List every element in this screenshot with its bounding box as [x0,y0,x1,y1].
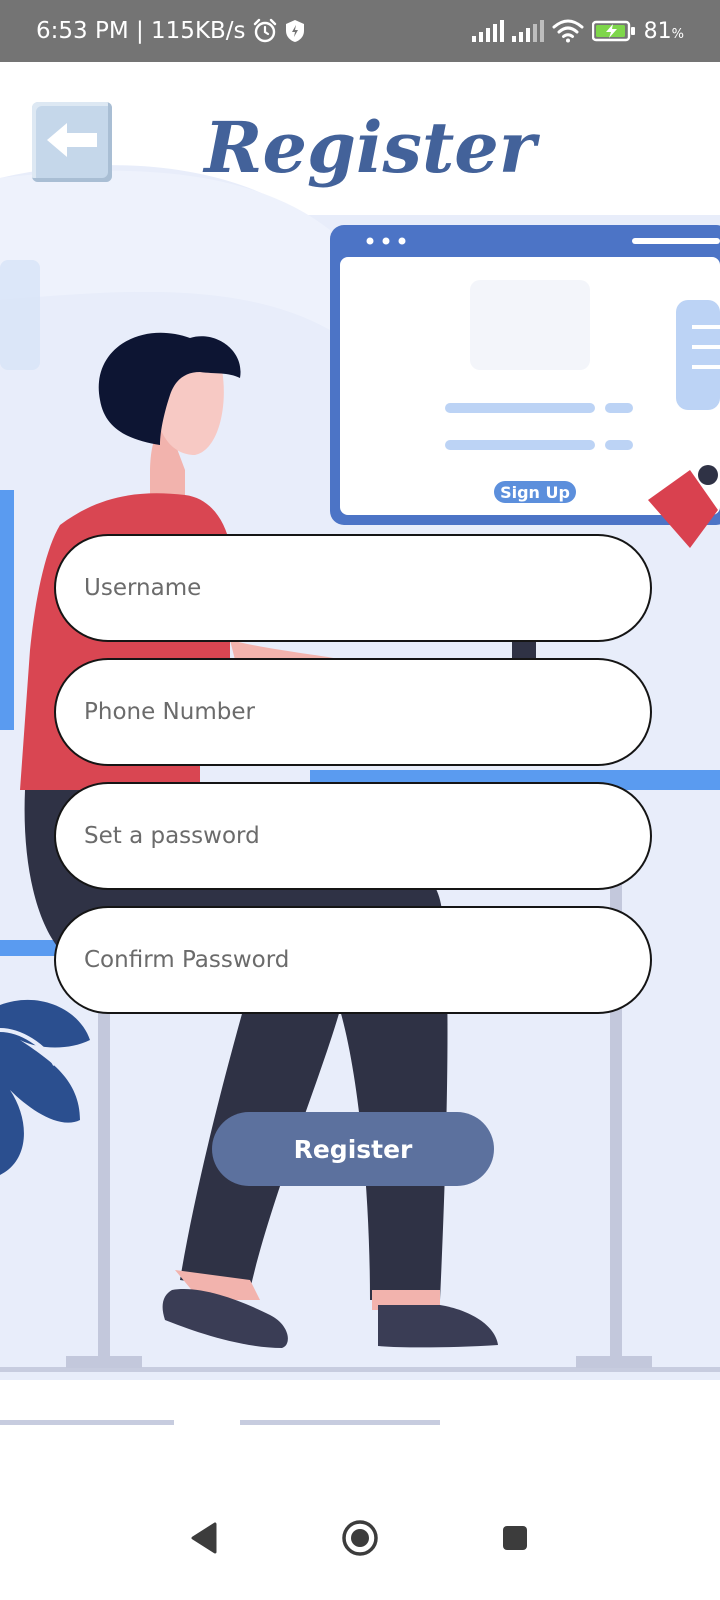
signal-icon [511,20,544,42]
register-button[interactable]: Register [212,1112,494,1186]
password-input[interactable] [82,822,624,850]
status-bar: 6:53 PM | 115KB/s 81% [0,0,720,62]
battery-charging-icon [591,20,636,42]
navigation-bar [0,1490,720,1600]
username-field[interactable] [54,534,652,642]
background-illustration: Sign Up [0,62,720,1492]
page-title: Register [204,106,536,189]
nav-back-button[interactable] [174,1510,234,1570]
alarm-icon [252,18,278,44]
battery-percent-unit: % [671,26,684,42]
back-button[interactable] [32,102,112,182]
confirm-password-input[interactable] [82,946,624,974]
battery-percent-value: 81 [643,18,672,44]
wifi-icon [552,19,584,43]
nav-recents-button[interactable] [485,1510,545,1570]
recents-square-icon [501,1524,529,1556]
status-time-speed: 6:53 PM | 115KB/s [36,18,246,44]
shield-icon [284,19,306,43]
signup-badge: Sign Up [500,483,570,502]
phone-field[interactable] [54,658,652,766]
home-circle-icon [340,1518,380,1562]
battery-percent: 81% [644,19,684,44]
status-right: 81% [471,0,684,62]
left-arrow-icon [43,119,101,165]
username-input[interactable] [82,574,624,602]
signal-icon [471,20,504,42]
password-field[interactable] [54,782,652,890]
status-left: 6:53 PM | 115KB/s [36,0,306,62]
phone-input[interactable] [82,698,624,726]
nav-home-button[interactable] [330,1510,390,1570]
back-triangle-icon [189,1522,219,1558]
confirm-password-field[interactable] [54,906,652,1014]
